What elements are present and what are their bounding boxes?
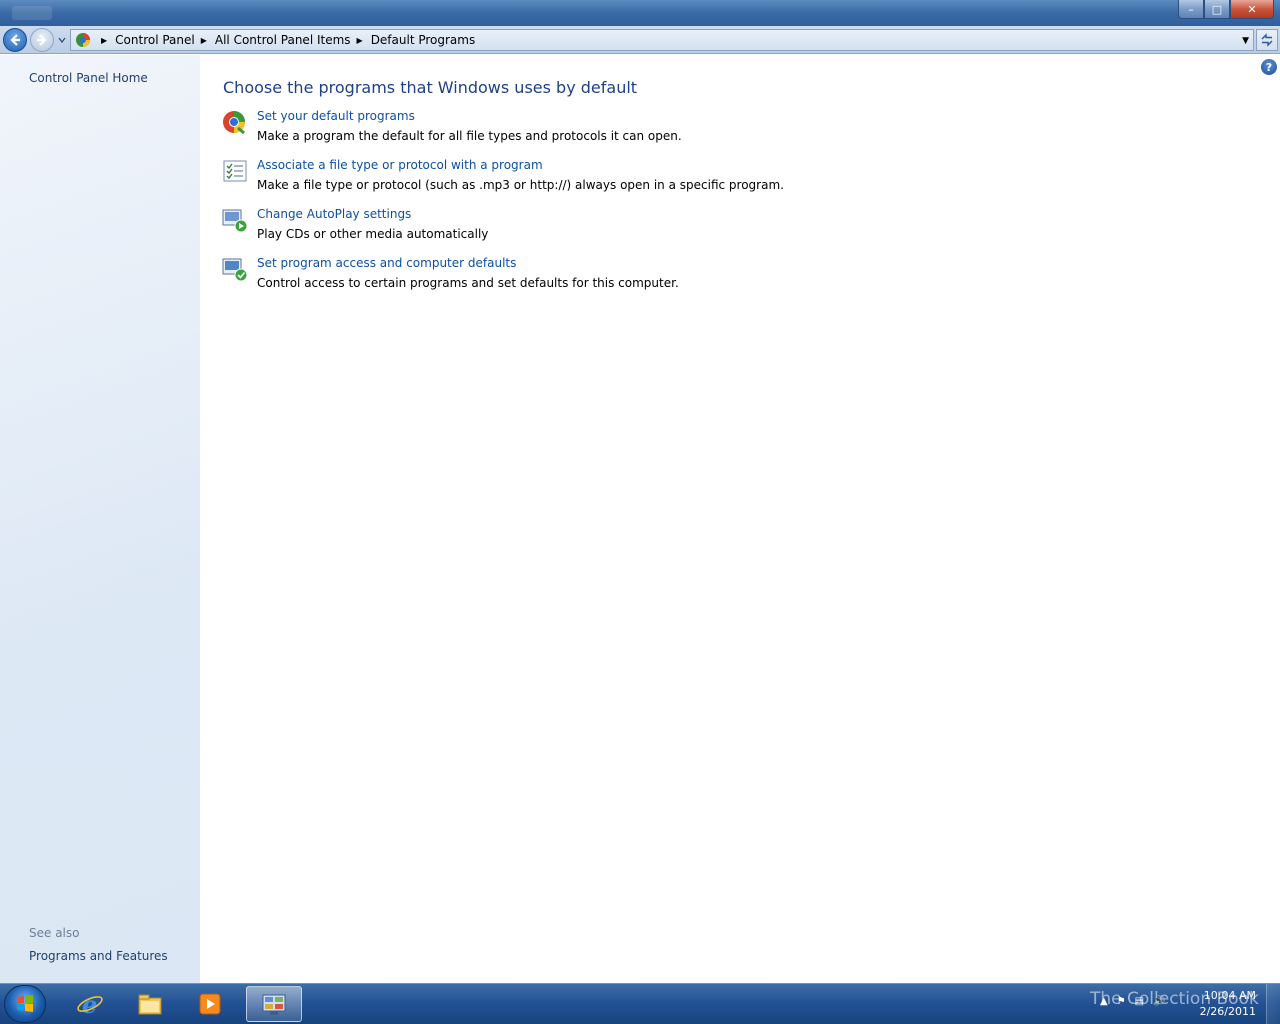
navigation-bar: ▶ Control Panel ▶ All Control Panel Item…	[0, 26, 1280, 54]
breadcrumb-default-programs[interactable]: Default Programs	[371, 33, 476, 47]
window-title-bar[interactable]: – □ ✕	[0, 0, 1280, 26]
title-bar-ghost	[12, 6, 52, 20]
maximize-button[interactable]: □	[1204, 0, 1230, 19]
forward-arrow-icon	[37, 34, 47, 46]
clock-date: 2/26/2011	[1199, 1005, 1256, 1018]
task-description: Control access to certain programs and s…	[257, 276, 679, 290]
media-player-icon	[199, 993, 221, 1015]
control-panel-home-link[interactable]: Control Panel Home	[29, 71, 148, 85]
autoplay-icon	[222, 209, 248, 233]
breadcrumb-all-items[interactable]: All Control Panel Items	[215, 33, 351, 47]
back-button[interactable]	[3, 28, 27, 52]
windows-logo-icon	[17, 995, 33, 1012]
notification-area: ▲ ⚑ ▤ 🔊	[1100, 996, 1166, 1007]
programs-and-features-link[interactable]: Programs and Features	[29, 949, 168, 963]
refresh-icon	[1261, 33, 1273, 47]
left-navigation-pane: Control Panel Home See also Programs and…	[0, 55, 200, 983]
task-description: Play CDs or other media automatically	[257, 227, 489, 241]
see-also-label: See also	[29, 926, 80, 940]
volume-icon[interactable]: 🔊	[1153, 996, 1165, 1007]
task-link[interactable]: Change AutoPlay settings	[257, 207, 411, 221]
breadcrumb-separator-icon[interactable]: ▶	[201, 36, 207, 45]
task-change-autoplay: Change AutoPlay settings Play CDs or oth…	[222, 207, 922, 247]
breadcrumb-separator-icon[interactable]: ▶	[101, 36, 107, 45]
refresh-button[interactable]	[1256, 29, 1278, 51]
breadcrumb-separator-icon[interactable]: ▶	[357, 36, 363, 45]
task-associate-file-type: Associate a file type or protocol with a…	[222, 158, 922, 198]
task-set-default-programs: Set your default programs Make a program…	[222, 109, 922, 149]
breadcrumb-control-panel[interactable]: Control Panel	[115, 33, 195, 47]
task-link[interactable]: Set program access and computer defaults	[257, 256, 516, 270]
internet-explorer-icon: e	[77, 990, 103, 1018]
minimize-button[interactable]: –	[1178, 0, 1204, 19]
address-bar[interactable]: ▶ Control Panel ▶ All Control Panel Item…	[70, 29, 1254, 51]
system-clock[interactable]: 10:04 AM 2/26/2011	[1200, 988, 1256, 1020]
clock-time: 10:04 AM	[1203, 989, 1256, 1002]
page-title: Choose the programs that Windows uses by…	[223, 78, 638, 97]
network-icon[interactable]: ▤	[1135, 996, 1144, 1007]
window-controls: – □ ✕	[1178, 0, 1274, 19]
program-access-icon	[222, 258, 248, 282]
main-content: ? Choose the programs that Windows uses …	[200, 55, 1280, 983]
show-desktop-button[interactable]	[1266, 984, 1280, 1024]
back-arrow-icon	[10, 34, 20, 46]
task-program-access: Set program access and computer defaults…	[222, 256, 922, 296]
taskbar: e The Collection Book ▲ ⚑ ▤ 🔊 10:04 AM 2…	[0, 983, 1280, 1024]
forward-button[interactable]	[30, 28, 54, 52]
windows-explorer-icon	[138, 994, 162, 1015]
help-icon[interactable]: ?	[1261, 59, 1277, 75]
action-center-flag-icon[interactable]: ⚑	[1117, 996, 1126, 1007]
task-description: Make a program the default for all file …	[257, 129, 682, 143]
taskbar-internet-explorer[interactable]: e	[62, 986, 118, 1022]
taskbar-control-panel[interactable]	[246, 986, 302, 1022]
address-dropdown-icon[interactable]: ▼	[1242, 36, 1249, 46]
task-description: Make a file type or protocol (such as .m…	[257, 178, 784, 192]
task-link[interactable]: Set your default programs	[257, 109, 415, 123]
control-panel-icon	[262, 994, 286, 1015]
taskbar-media-player[interactable]	[182, 986, 238, 1022]
control-panel-icon	[76, 33, 90, 47]
svg-text:e: e	[82, 990, 97, 1018]
show-hidden-icons-icon[interactable]: ▲	[1100, 996, 1108, 1007]
close-button[interactable]: ✕	[1230, 0, 1274, 19]
taskbar-windows-explorer[interactable]	[122, 986, 178, 1022]
recent-pages-dropdown-icon[interactable]	[58, 36, 66, 44]
task-link[interactable]: Associate a file type or protocol with a…	[257, 158, 543, 172]
start-button[interactable]	[4, 985, 46, 1023]
breadcrumb: ▶ Control Panel ▶ All Control Panel Item…	[95, 33, 475, 47]
file-association-icon	[223, 160, 247, 182]
default-programs-icon	[223, 111, 245, 135]
